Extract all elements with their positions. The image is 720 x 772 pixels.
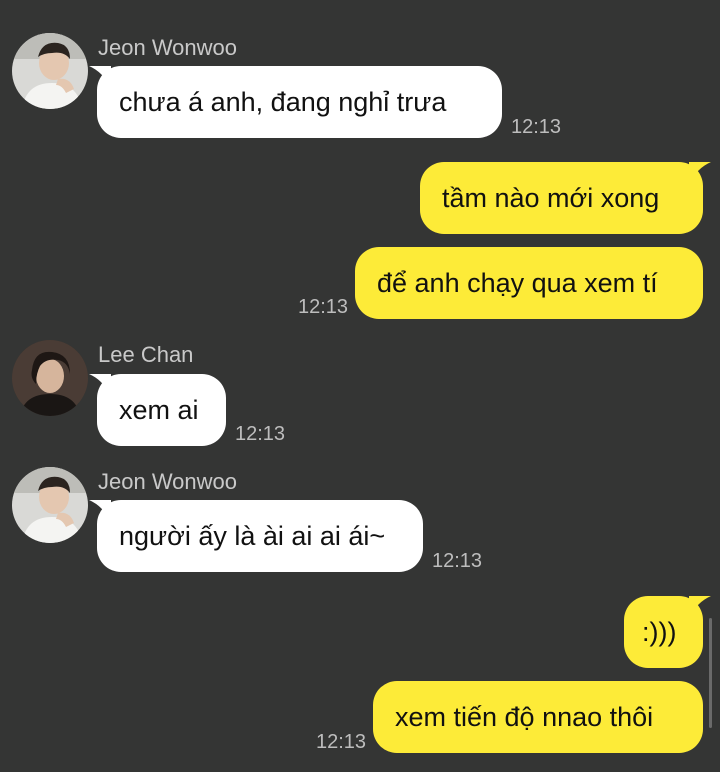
message-timestamp: 12:13 bbox=[432, 550, 483, 572]
message-bubble-incoming[interactable]: người ấy là ài ai ai ái~ bbox=[89, 500, 423, 572]
message-bubble-outgoing[interactable]: :))) bbox=[624, 596, 711, 668]
message-text: chưa á anh, đang nghỉ trưa bbox=[119, 87, 447, 117]
message-timestamp: 12:13 bbox=[235, 423, 286, 445]
message-bubble-incoming[interactable]: xem ai bbox=[89, 374, 226, 446]
jeon-wonwoo-avatar[interactable] bbox=[12, 467, 88, 543]
bubble-tail-icon bbox=[89, 500, 111, 522]
message-bubble-incoming[interactable]: chưa á anh, đang nghỉ trưa bbox=[89, 66, 502, 138]
message-text: tầm nào mới xong bbox=[442, 183, 660, 213]
message-text: xem ai bbox=[119, 395, 199, 425]
message-text: :))) bbox=[642, 617, 677, 647]
sender-name: Jeon Wonwoo bbox=[98, 469, 238, 494]
chat-window: Jeon Wonwoo chưa á anh, đang nghỉ trưa 1… bbox=[0, 0, 720, 772]
sender-name: Lee Chan bbox=[98, 342, 194, 367]
message-bubble-outgoing[interactable]: để anh chạy qua xem tí bbox=[355, 247, 703, 319]
jeon-wonwoo-avatar[interactable] bbox=[12, 33, 88, 109]
message-timestamp: 12:13 bbox=[511, 116, 562, 138]
bubble-tail-icon bbox=[689, 162, 711, 184]
message-bubble-outgoing[interactable]: xem tiến độ nnao thôi bbox=[373, 681, 703, 753]
scrollbar[interactable] bbox=[709, 618, 712, 728]
sender-name: Jeon Wonwoo bbox=[98, 35, 238, 60]
message-timestamp: 12:13 bbox=[298, 296, 349, 318]
lee-chan-avatar[interactable] bbox=[12, 340, 88, 416]
message-text: để anh chạy qua xem tí bbox=[377, 268, 658, 298]
bubble-tail-icon bbox=[689, 596, 711, 618]
message-timestamp: 12:13 bbox=[316, 731, 367, 753]
message-text: xem tiến độ nnao thôi bbox=[395, 702, 654, 732]
message-bubble-outgoing[interactable]: tầm nào mới xong bbox=[420, 162, 711, 234]
message-text: người ấy là ài ai ai ái~ bbox=[119, 521, 386, 551]
bubble-tail-icon bbox=[89, 374, 111, 396]
bubble-tail-icon bbox=[89, 66, 111, 88]
